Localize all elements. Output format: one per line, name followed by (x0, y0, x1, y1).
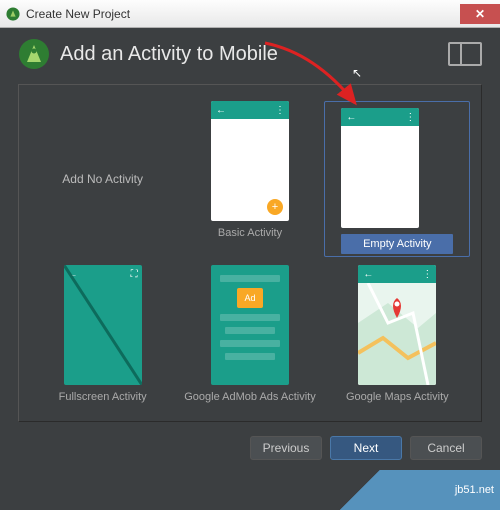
cursor-icon: ↖ (352, 66, 362, 80)
next-button[interactable]: Next (330, 436, 402, 460)
back-arrow-icon: ← (346, 112, 356, 123)
activity-option-basic[interactable]: ← ⋮ + Basic Activity (180, 101, 320, 257)
activity-label: Add No Activity (62, 172, 143, 186)
activity-option-maps[interactable]: ←⋮ Google Maps Activity (327, 265, 467, 403)
activity-option-none[interactable]: Add No Activity (33, 101, 173, 257)
overflow-icon: ⋮ (275, 105, 284, 116)
thumb-maps: ←⋮ (358, 265, 436, 385)
back-arrow-icon: ← (216, 105, 226, 116)
thumb-fullscreen: ← ⛶ (64, 265, 142, 385)
activity-label: Fullscreen Activity (59, 391, 147, 403)
activity-label: Google AdMob Ads Activity (184, 391, 315, 403)
ad-badge-icon: Ad (237, 288, 263, 308)
overflow-icon: ⋮ (405, 112, 414, 123)
thumb-basic: ← ⋮ + (211, 101, 289, 221)
close-button[interactable]: ✕ (460, 4, 500, 24)
android-studio-logo-icon (18, 38, 50, 70)
thumb-admob: Ad (211, 265, 289, 385)
fab-icon: + (267, 199, 283, 215)
activity-option-admob[interactable]: Ad Google AdMob Ads Activity (180, 265, 320, 403)
watermark: jb51.net (340, 470, 500, 510)
activity-label: Basic Activity (218, 227, 282, 239)
activity-label: Empty Activity (341, 234, 453, 254)
cancel-button[interactable]: Cancel (410, 436, 482, 460)
window-title: Create New Project (26, 7, 130, 21)
page-title: Add an Activity to Mobile (60, 43, 278, 66)
wizard-buttons: Previous Next Cancel (0, 422, 500, 470)
previous-button[interactable]: Previous (250, 436, 322, 460)
app-icon (6, 7, 20, 21)
wizard-header: Add an Activity to Mobile (0, 28, 500, 84)
activity-gallery: Add No Activity ←⋮ + Basic Activity ←⋮ E… (18, 84, 482, 422)
overflow-icon: ⋮ (422, 269, 431, 280)
form-factor-icon (448, 42, 482, 66)
thumb-empty: ←⋮ (341, 108, 419, 228)
titlebar: Create New Project ✕ (0, 0, 500, 28)
close-icon: ✕ (475, 7, 485, 21)
back-arrow-icon: ← (363, 269, 373, 280)
activity-option-empty[interactable]: ←⋮ Empty Activity (327, 101, 467, 257)
activity-label: Google Maps Activity (346, 391, 449, 403)
activity-option-fullscreen[interactable]: ← ⛶ Fullscreen Activity (33, 265, 173, 403)
